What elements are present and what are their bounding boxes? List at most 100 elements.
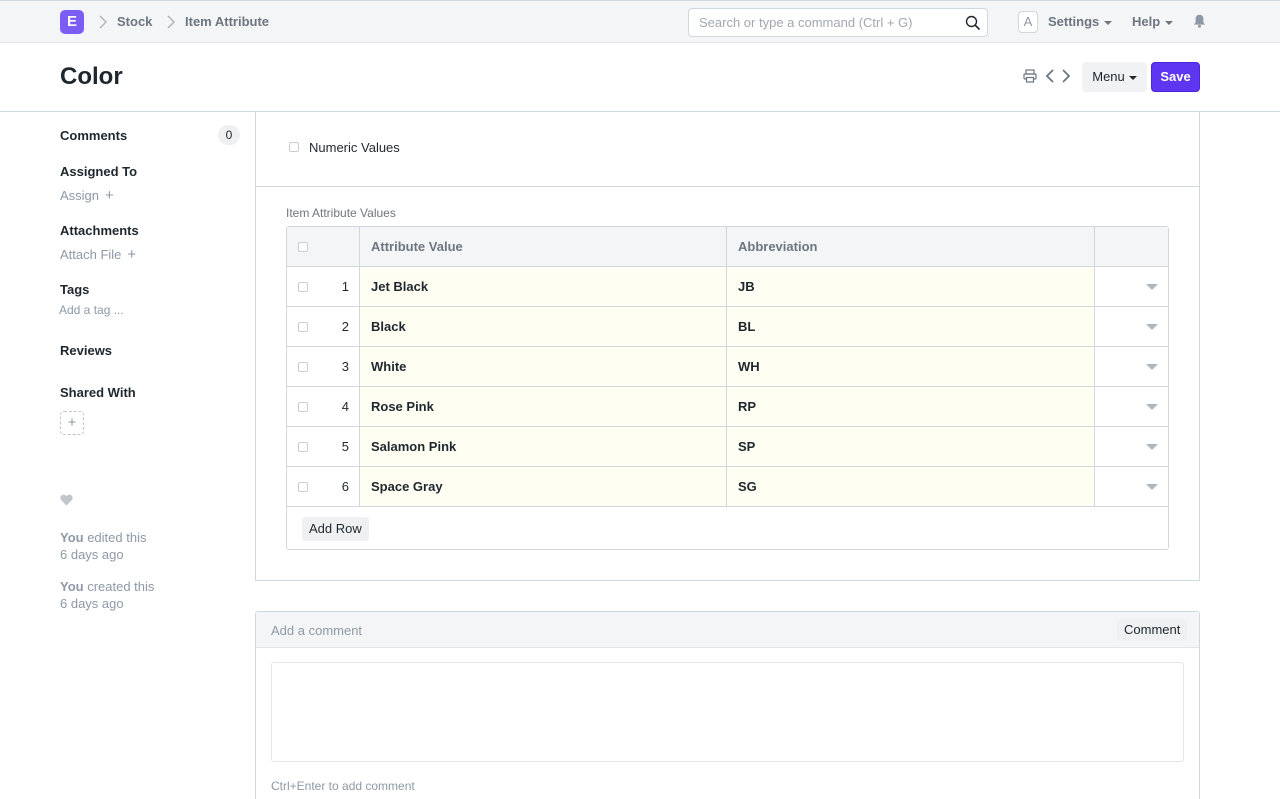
activity-time: 6 days ago — [60, 596, 124, 611]
table-row[interactable]: 2 Black BL — [287, 307, 1168, 347]
row-checkbox[interactable] — [298, 442, 308, 452]
attribute-value-cell[interactable]: White — [371, 359, 406, 374]
help-label: Help — [1132, 14, 1161, 29]
abbreviation-cell[interactable]: SG — [738, 479, 757, 494]
row-edit-caret-icon[interactable] — [1146, 284, 1158, 290]
attribute-value-cell[interactable]: Jet Black — [371, 279, 428, 294]
activity-actor: You — [60, 579, 84, 594]
comment-button[interactable]: Comment — [1117, 619, 1188, 641]
row-index: 4 — [341, 399, 349, 414]
abbreviation-cell[interactable]: SP — [738, 439, 755, 454]
activity-action: created this — [83, 579, 155, 594]
printer-icon[interactable] — [1023, 69, 1037, 83]
row-index: 3 — [341, 359, 349, 374]
row-edit-caret-icon[interactable] — [1146, 404, 1158, 410]
numeric-values-label: Numeric Values — [309, 140, 400, 155]
attach-file-link[interactable]: Attach File + — [60, 246, 136, 263]
abbreviation-cell[interactable]: BL — [738, 319, 755, 334]
tags-label: Tags — [60, 282, 90, 297]
select-all-checkbox[interactable] — [298, 242, 308, 252]
navbar: E Stock Item Attribute A Settings Help — [0, 0, 1280, 43]
reviews-label: Reviews — [60, 343, 113, 358]
bell-icon[interactable] — [1193, 14, 1206, 28]
comments-label: Comments — [60, 128, 128, 143]
row-checkbox[interactable] — [298, 322, 308, 332]
breadcrumb-stock[interactable]: Stock — [117, 14, 152, 29]
abbreviation-cell[interactable]: RP — [738, 399, 756, 414]
activity-item: You edited this 6 days ago — [60, 529, 146, 563]
row-checkbox[interactable] — [298, 282, 308, 292]
breadcrumb-item-attribute[interactable]: Item Attribute — [185, 14, 269, 29]
search-input[interactable] — [689, 9, 949, 36]
caret-down-icon — [1165, 20, 1174, 25]
add-tag-link[interactable]: Add a tag ... — [59, 303, 124, 317]
search-icon[interactable] — [965, 15, 981, 31]
row-highlight — [360, 267, 1095, 306]
add-share-button[interactable]: + — [60, 411, 84, 435]
grid-header-row: Attribute Value Abbreviation — [287, 227, 1168, 267]
attachments-label: Attachments — [60, 223, 139, 238]
column-divider — [1094, 227, 1095, 507]
add-row-button[interactable]: Add Row — [302, 517, 369, 541]
numeric-values-checkbox[interactable] — [289, 142, 299, 152]
user-avatar[interactable]: A — [1018, 11, 1038, 33]
shared-with-label: Shared With — [60, 385, 136, 400]
attribute-value-cell[interactable]: Space Gray — [371, 479, 443, 494]
activity-action: edited this — [83, 530, 147, 545]
assign-link[interactable]: Assign + — [60, 187, 114, 204]
row-highlight — [360, 427, 1095, 466]
row-checkbox[interactable] — [298, 362, 308, 372]
abbreviation-cell[interactable]: WH — [738, 359, 760, 374]
assigned-to-label: Assigned To — [60, 164, 138, 179]
attribute-value-cell[interactable]: Rose Pink — [371, 399, 434, 414]
column-header-attribute-value: Attribute Value — [371, 239, 463, 254]
row-index: 6 — [341, 479, 349, 494]
attribute-value-cell[interactable]: Salamon Pink — [371, 439, 456, 454]
attach-file-label: Attach File — [60, 247, 122, 262]
row-edit-caret-icon[interactable] — [1146, 444, 1158, 450]
form-card: Numeric Values Item Attribute Values Att… — [255, 112, 1200, 581]
comment-hint: Ctrl+Enter to add comment — [271, 779, 415, 793]
row-edit-caret-icon[interactable] — [1146, 324, 1158, 330]
attribute-value-cell[interactable]: Black — [371, 319, 406, 334]
row-index: 1 — [341, 279, 349, 294]
chevron-left-icon[interactable] — [1045, 68, 1055, 84]
row-checkbox[interactable] — [298, 402, 308, 412]
save-button[interactable]: Save — [1151, 62, 1200, 92]
table-row[interactable]: 5 Salamon Pink SP — [287, 427, 1168, 467]
column-header-abbreviation: Abbreviation — [738, 239, 818, 254]
section-divider — [256, 186, 1199, 187]
chevron-right-icon — [167, 15, 176, 29]
row-highlight — [360, 387, 1095, 426]
comment-box: Add a comment Comment Ctrl+Enter to add … — [255, 611, 1200, 799]
comments-count-badge: 0 — [218, 125, 240, 145]
row-highlight — [360, 347, 1095, 386]
app-logo[interactable]: E — [60, 10, 84, 34]
table-row[interactable]: 3 White WH — [287, 347, 1168, 387]
assign-label: Assign — [60, 188, 100, 203]
help-dropdown[interactable]: Help — [1132, 14, 1174, 29]
settings-dropdown[interactable]: Settings — [1048, 14, 1113, 29]
caret-down-icon — [1104, 20, 1113, 25]
row-highlight — [360, 467, 1095, 506]
table-row[interactable]: 1 Jet Black JB — [287, 267, 1168, 307]
grid-label: Item Attribute Values — [286, 206, 396, 220]
item-attribute-values-grid: Attribute Value Abbreviation 1 Jet Black… — [286, 226, 1169, 550]
row-edit-caret-icon[interactable] — [1146, 484, 1158, 490]
heart-icon[interactable] — [60, 494, 73, 506]
page-title: Color — [60, 63, 123, 90]
row-edit-caret-icon[interactable] — [1146, 364, 1158, 370]
comment-input[interactable] — [271, 662, 1184, 762]
row-index: 5 — [341, 439, 349, 454]
add-comment-label: Add a comment — [271, 623, 363, 638]
row-checkbox[interactable] — [298, 482, 308, 492]
row-highlight — [360, 307, 1095, 346]
activity-actor: You — [60, 530, 84, 545]
table-row[interactable]: 6 Space Gray SG — [287, 467, 1168, 507]
chevron-right-icon — [99, 15, 108, 29]
column-divider — [726, 227, 727, 507]
menu-button[interactable]: Menu — [1082, 62, 1147, 92]
chevron-right-icon[interactable] — [1061, 68, 1071, 84]
table-row[interactable]: 4 Rose Pink RP — [287, 387, 1168, 427]
abbreviation-cell[interactable]: JB — [738, 279, 755, 294]
